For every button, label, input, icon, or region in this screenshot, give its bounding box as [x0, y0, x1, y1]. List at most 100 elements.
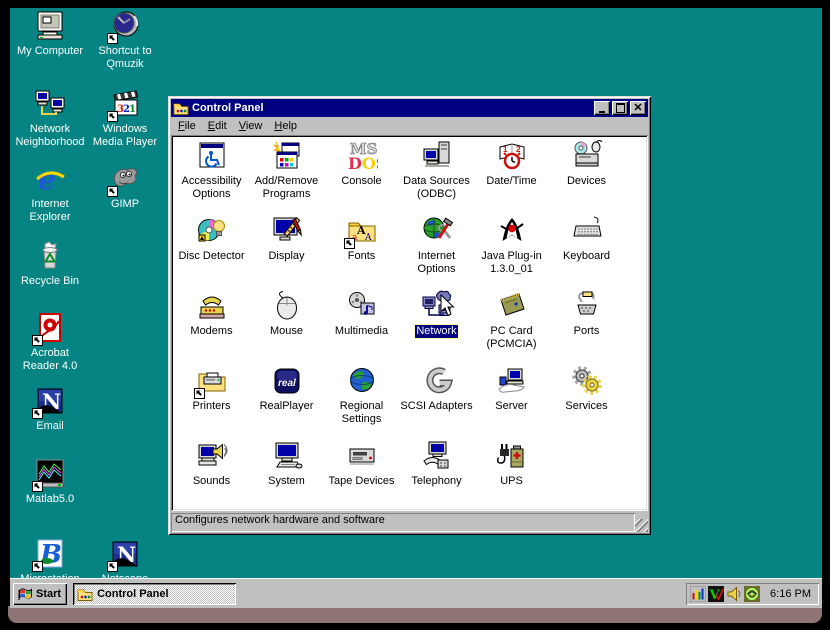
window-titlebar[interactable]: Control Panel ✕: [171, 99, 648, 117]
desktop-icon-media-player[interactable]: 321Windows Media Player: [89, 88, 161, 149]
cp-item-data-sources[interactable]: Data Sources (ODBC): [399, 140, 474, 215]
cp-item-network[interactable]: Network: [399, 290, 474, 365]
status-text: Configures network hardware and software: [171, 513, 635, 532]
netscape-icon: N: [34, 385, 66, 417]
minimize-button[interactable]: [594, 101, 610, 115]
volume-tray-icon[interactable]: [726, 586, 742, 602]
cp-item-realplayer[interactable]: realRealPlayer: [249, 365, 324, 440]
cp-item-ports[interactable]: Ports: [549, 290, 624, 365]
minimize-icon: [599, 111, 605, 113]
cp-item-printers[interactable]: Printers: [174, 365, 249, 440]
cp-item-server[interactable]: Server: [474, 365, 549, 440]
shortcut-arrow-icon: [32, 408, 43, 419]
cp-item-label: Ports: [574, 325, 600, 338]
maximize-icon: [616, 103, 625, 113]
desktop-icon-matlab[interactable]: Matlab5.0: [14, 458, 86, 506]
qmuzik-icon: [109, 10, 141, 42]
cp-item-ups[interactable]: UPS: [474, 440, 549, 511]
cp-item-system[interactable]: System: [249, 440, 324, 511]
shortcut-arrow-icon: [194, 388, 205, 399]
cp-item-label: Date/Time: [486, 175, 536, 188]
desktop-icon-label: Matlab5.0: [26, 493, 74, 506]
taskbar: Start Control Panel V 6:16 PM: [10, 578, 822, 608]
start-button[interactable]: Start: [13, 583, 67, 605]
cp-item-scsi-adapters[interactable]: SCSI Adapters: [399, 365, 474, 440]
cp-item-devices[interactable]: Devices: [549, 140, 624, 215]
taskbar-clock: 6:16 PM: [770, 588, 811, 600]
cp-item-date-time[interactable]: 12Date/Time: [474, 140, 549, 215]
cp-item-label: System: [268, 475, 305, 488]
scsi-adapters-icon: [421, 365, 453, 397]
cp-item-label: Display: [268, 250, 304, 263]
matlab-icon: [34, 458, 66, 490]
desktop-icon-gimp[interactable]: GIMP: [89, 163, 161, 211]
cp-item-sounds[interactable]: Sounds: [174, 440, 249, 511]
display-settings-tray-icon[interactable]: [690, 586, 706, 602]
cp-item-pc-card[interactable]: PC Card (PCMCIA): [474, 290, 549, 365]
desktop-icon-microstation[interactable]: BMicrostation: [14, 538, 86, 578]
virus-shield-tray-icon[interactable]: V: [708, 586, 724, 602]
cp-item-label: Tape Devices: [328, 475, 394, 488]
cp-item-label: Devices: [567, 175, 606, 188]
shortcut-arrow-icon: [32, 481, 43, 492]
svg-text:A: A: [364, 233, 372, 243]
cp-item-label: SCSI Adapters: [400, 400, 472, 413]
desktop-icon-label: Recycle Bin: [21, 275, 79, 288]
my-computer-icon: [34, 10, 66, 42]
cp-item-regional-settings[interactable]: Regional Settings: [324, 365, 399, 440]
cp-item-java-plugin[interactable]: Java Plug-in 1.3.0_01: [474, 215, 549, 290]
cp-item-label: Server: [495, 400, 527, 413]
menu-file[interactable]: File: [172, 118, 202, 134]
cp-item-label: Accessibility Options: [175, 175, 248, 201]
svg-text:1: 1: [129, 104, 136, 115]
desktop-icon-recycle-bin[interactable]: Recycle Bin: [14, 240, 86, 288]
cp-item-label: Mouse: [270, 325, 303, 338]
desktop-icon-label: Email: [36, 420, 64, 433]
cp-item-modems[interactable]: Modems: [174, 290, 249, 365]
cp-item-label: Keyboard: [563, 250, 610, 263]
cp-item-keyboard[interactable]: Keyboard: [549, 215, 624, 290]
svg-text:DOS: DOS: [348, 154, 378, 172]
cp-item-label: Console: [341, 175, 381, 188]
resize-grip[interactable]: [635, 519, 648, 532]
cp-item-internet-options[interactable]: Internet Options: [399, 215, 474, 290]
cp-item-display[interactable]: Display: [249, 215, 324, 290]
cp-item-services[interactable]: Services: [549, 365, 624, 440]
cp-item-console[interactable]: MSDOS Console: [324, 140, 399, 215]
task-button-group: Control Panel: [73, 583, 686, 605]
task-label: Control Panel: [97, 588, 169, 600]
menu-view[interactable]: View: [233, 118, 269, 134]
shortcut-arrow-icon: [107, 561, 118, 572]
cp-item-tape-devices[interactable]: Tape Devices: [324, 440, 399, 511]
desktop-icon-netscape[interactable]: N Email: [14, 385, 86, 433]
java-plugin-icon: [496, 215, 528, 247]
screen: { "colors":{"desktop_teal":"#068383","ti…: [0, 0, 830, 630]
menu-edit[interactable]: Edit: [202, 118, 233, 134]
desktop-icon-internet-explorer[interactable]: eInternet Explorer: [14, 163, 86, 224]
taskbar-task-control-panel[interactable]: Control Panel: [73, 583, 236, 605]
desktop-icon-netscape[interactable]: NNetscape: [89, 538, 161, 578]
cp-item-fonts[interactable]: AaAFonts: [324, 215, 399, 290]
desktop-icon-qmuzik[interactable]: Shortcut to Qmuzik: [89, 10, 161, 71]
system-icon: [271, 440, 303, 472]
recycle-bin-icon: [34, 240, 66, 272]
graphics-driver-tray-icon[interactable]: [744, 586, 760, 602]
desktop-icon-my-computer[interactable]: My Computer: [14, 10, 86, 58]
ports-icon: [571, 290, 603, 322]
control-panel-icon-grid: Accessibility OptionsAdd/Remove Programs…: [171, 135, 648, 511]
tape-devices-icon: [346, 440, 378, 472]
cp-item-add-remove[interactable]: Add/Remove Programs: [249, 140, 324, 215]
cp-item-mouse[interactable]: Mouse: [249, 290, 324, 365]
menu-help[interactable]: Help: [268, 118, 303, 134]
cp-item-telephony[interactable]: Telephony: [399, 440, 474, 511]
desktop-icon-label: Windows Media Player: [89, 123, 161, 149]
desktop-icon-acrobat[interactable]: Acrobat Reader 4.0: [14, 312, 86, 373]
close-button[interactable]: ✕: [630, 101, 646, 115]
cp-item-accessibility[interactable]: Accessibility Options: [174, 140, 249, 215]
mouse-icon: [271, 290, 303, 322]
desktop-icon-network-neighborhood[interactable]: Network Neighborhood: [14, 88, 86, 149]
cp-item-disc-detector[interactable]: Disc Detector: [174, 215, 249, 290]
maximize-button[interactable]: [612, 101, 628, 115]
cp-item-multimedia[interactable]: Multimedia: [324, 290, 399, 365]
console-icon: MSDOS: [346, 140, 378, 172]
